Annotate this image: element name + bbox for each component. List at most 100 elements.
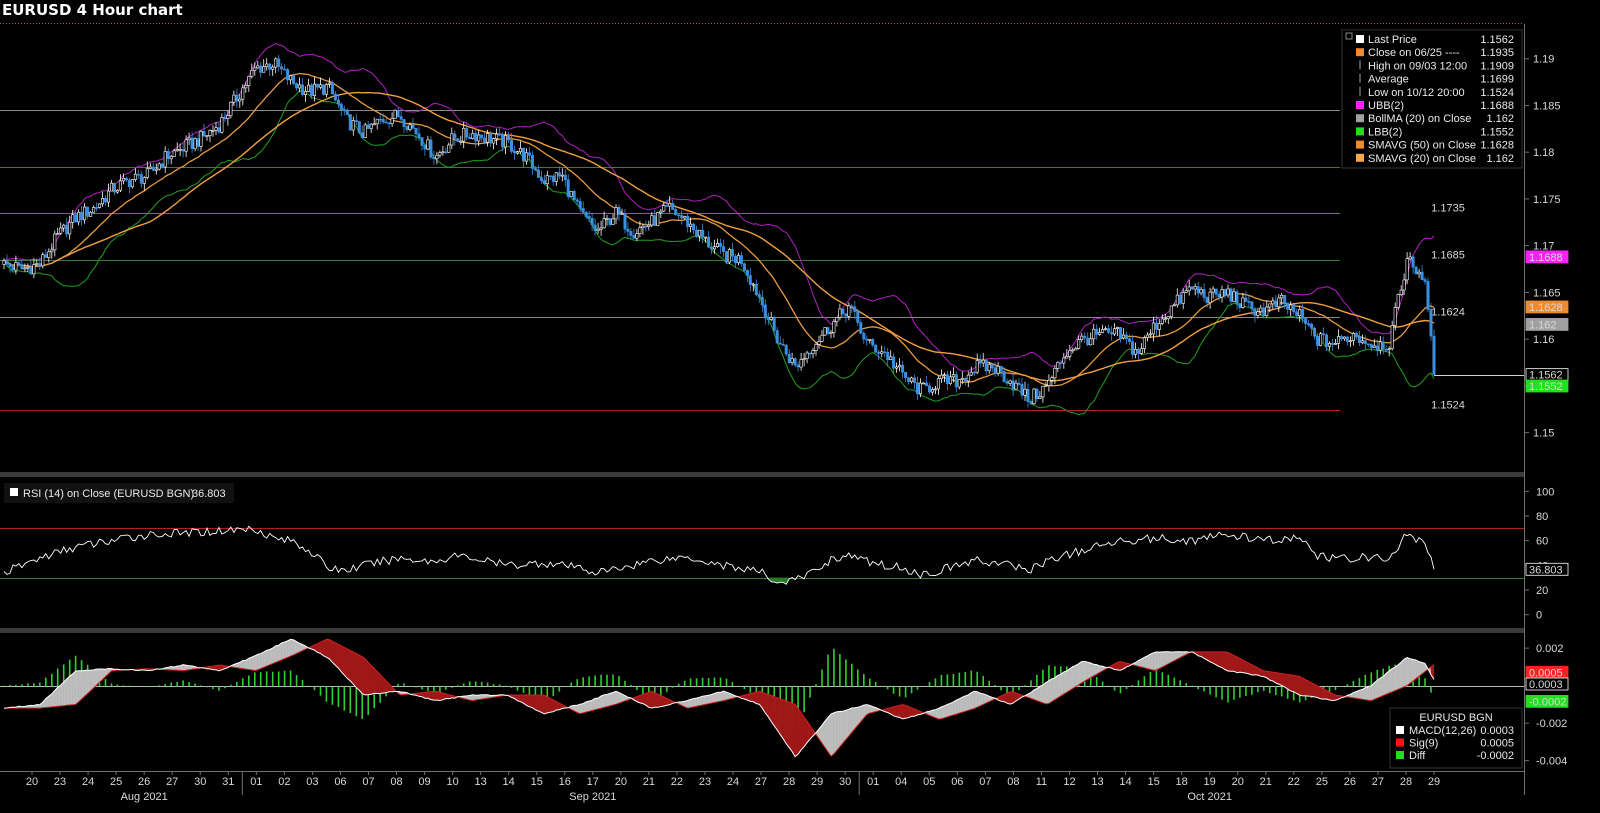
candle-body [1277,297,1281,308]
diff-bar [1119,686,1122,694]
candle-body [847,305,851,317]
candle-body [11,266,15,271]
macd-sig-fill [1054,674,1058,700]
macd-sig-fill [362,656,366,696]
candle-body [1190,286,1194,290]
diff-bar [1101,681,1104,687]
candle-body [214,127,218,131]
price-ytick-label: 1.175 [1533,194,1561,206]
candle-body [283,68,287,71]
candle-body [1154,322,1158,330]
macd-sig-fill [1006,691,1011,705]
macd-sig-fill [1395,664,1399,691]
diff-bar [1251,686,1253,695]
x-tick-label: 23 [54,776,66,788]
candle-body [647,224,651,227]
x-tick-label: 09 [418,776,430,788]
candle-body [850,305,854,308]
candle-body [1319,333,1323,346]
rsi-ytick-label: 60 [1536,536,1548,548]
diff-bar [3,685,5,687]
macd-sig-fill [1389,668,1393,694]
macd-sig-fill [1406,657,1411,686]
x-tick-label: 07 [362,776,374,788]
macd-sig-fill [365,658,369,696]
candle-body [1047,379,1051,386]
candle-body [101,198,105,205]
candle-body [912,377,916,383]
candle-body [784,344,788,355]
x-tick-label: 21 [643,776,655,788]
candle-body [1301,308,1305,319]
price-tag-label: 1.1688 [1529,252,1563,264]
macd-sig-fill [1045,680,1050,705]
candle-body [572,191,576,201]
macd-sig-fill [708,694,712,704]
macd-sig-fill [893,705,897,718]
candle-body [1148,333,1152,336]
candle-body [1151,322,1155,335]
macd-sig-fill [541,694,545,715]
macd-ytick-label: 0.002 [1536,643,1564,655]
chart-canvas[interactable]: 1.18451.17841.17351.16851.16241.15241.19… [0,0,1600,813]
diff-bar [564,686,567,688]
candle-body [1232,291,1236,302]
macd-sig-fill [651,691,655,709]
candle-body [483,137,487,143]
candle-body [229,101,233,116]
candle-body [139,174,143,184]
macd-sig-fill [1308,680,1312,697]
macd-sig-fill [1063,670,1067,695]
candle-body [1169,305,1173,317]
macd-sig-fill [78,670,82,703]
square-icon [10,488,18,496]
candle-body [1181,292,1185,304]
macd-sig-fill [588,700,593,712]
square-icon [1356,35,1364,43]
diff-bar [1209,686,1211,695]
candle-body [74,214,78,223]
diff-bar [624,680,626,687]
diff-bar [27,683,29,687]
candle-body [480,134,484,139]
candle-body [1363,340,1367,345]
macd-sig-fill [263,650,267,668]
diff-bar [946,674,949,687]
macd-sig-fill [603,694,608,708]
diff-bar [1149,671,1152,687]
candle-body [587,216,591,219]
candle-body [1113,328,1117,335]
candle-body [757,294,761,298]
legend-value: 1.1909 [1480,60,1514,72]
macd-sig-fill [836,711,841,751]
macd-sig-fill [947,703,951,718]
candle-body [1313,327,1317,337]
candle-body [805,352,809,359]
macd-sig-fill [538,694,542,713]
macd-sig-fill [1081,661,1085,684]
candle-body [778,342,782,345]
candle-body [1077,339,1081,349]
candle-body [1134,348,1138,355]
diff-bar [815,684,817,687]
diff-bar [869,678,871,687]
candle-body [1360,340,1364,343]
candle-body [474,133,478,142]
candle-body [1241,297,1245,308]
diff-bar [612,674,614,687]
candle-body [918,382,922,394]
x-tick-label: 30 [839,776,851,788]
macd-sig-fill [251,655,255,671]
candle-body [77,211,81,223]
macd-legend-label: MACD(12,26) [1409,725,1476,737]
candle-body [1029,401,1033,404]
diff-bar [558,686,561,692]
candle-body [241,87,245,100]
candle-body [265,63,269,67]
candle-body [489,133,493,144]
candle-body [641,225,645,229]
price-tag-label: 1.1628 [1529,302,1563,314]
candle-body [205,135,209,137]
legend-label: LBB(2) [1368,126,1402,138]
candle-body [1429,309,1433,337]
